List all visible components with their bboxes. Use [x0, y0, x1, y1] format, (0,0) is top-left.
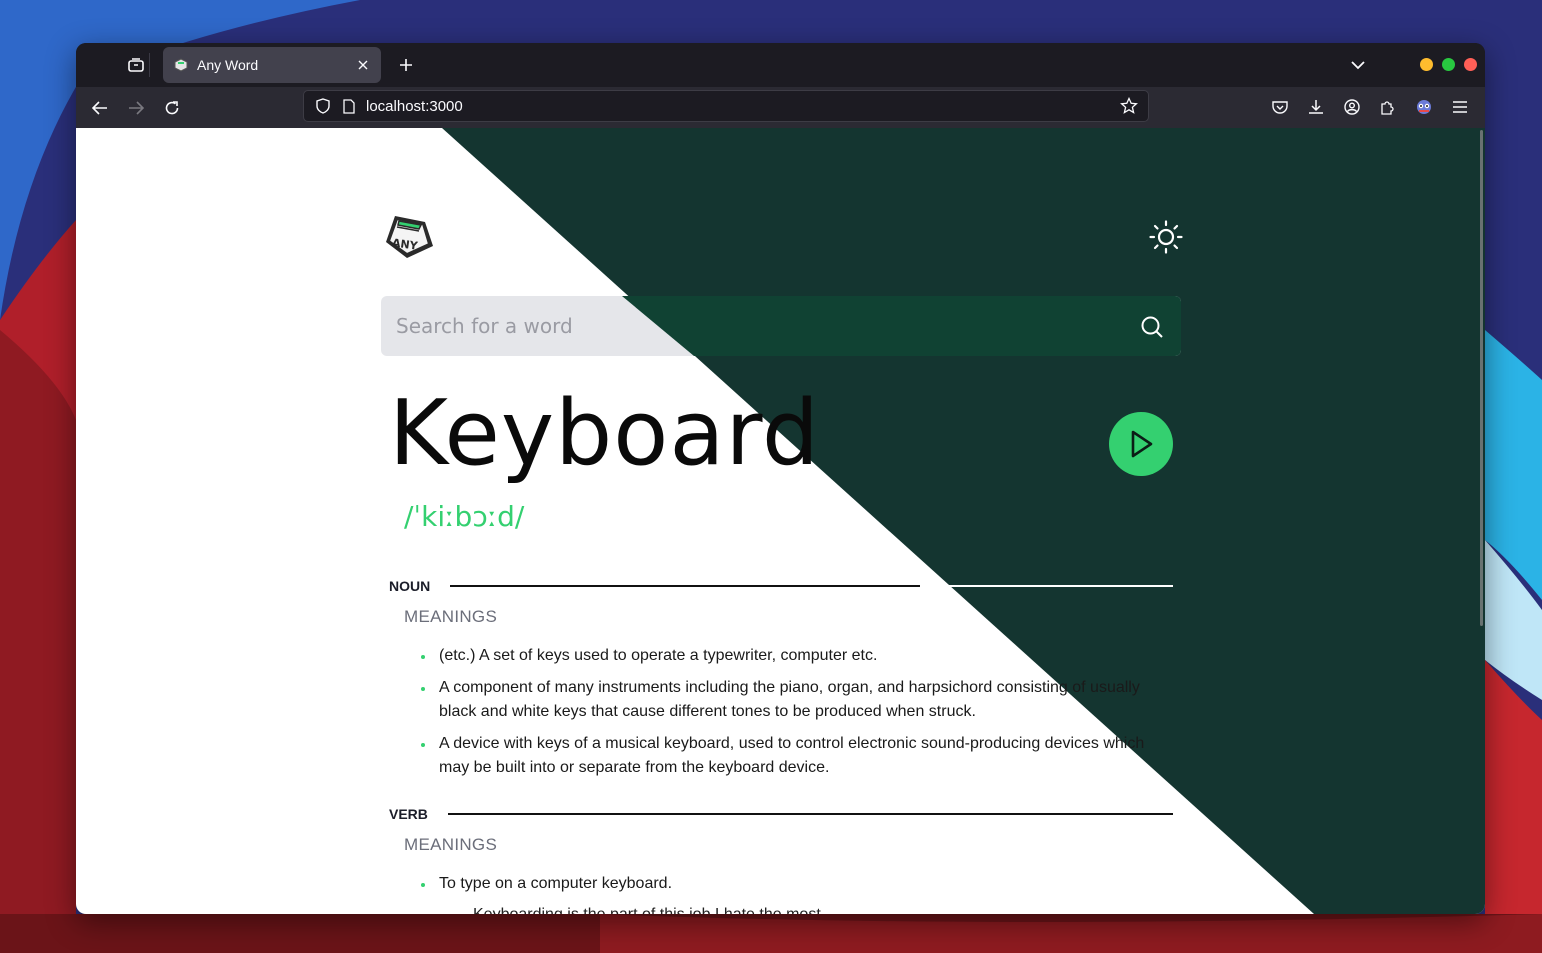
search-button[interactable] — [1138, 313, 1166, 341]
tab-title: Any Word — [197, 57, 259, 73]
reload-button[interactable] — [161, 97, 183, 119]
page-viewport: ANY Search for a word Keyboard /ˈkiːbɔːd… — [76, 128, 1485, 914]
url-bar[interactable]: localhost:3000 — [303, 90, 1149, 122]
play-icon — [1131, 430, 1153, 458]
word-heading: Keyboard — [389, 381, 821, 486]
meanings-label: MEANINGS — [404, 835, 498, 854]
part-of-speech-row: VERB — [389, 804, 1173, 824]
any-logo[interactable]: ANY — [381, 212, 437, 260]
back-button[interactable] — [89, 97, 111, 119]
definition-item: A component of many instruments includin… — [421, 676, 1145, 724]
extension-avatar-icon[interactable] — [1413, 96, 1435, 118]
menu-hamburger-icon[interactable] — [1449, 96, 1471, 118]
list-all-tabs-button[interactable] — [1348, 55, 1368, 75]
tab-any-word[interactable]: Any Word — [163, 47, 381, 83]
navigation-toolbar: localhost:3000 — [76, 87, 1485, 128]
tab-list-button[interactable] — [122, 53, 150, 77]
pocket-icon[interactable] — [1269, 96, 1291, 118]
browser-window: Any Word localhost:3000 ANY Search for a… — [76, 43, 1485, 914]
new-tab-button[interactable] — [396, 55, 416, 75]
chevron-down-icon — [1351, 60, 1365, 69]
divider-line — [450, 585, 1173, 587]
tab-bar: Any Word — [76, 43, 1485, 87]
url-text[interactable]: localhost:3000 — [366, 98, 1120, 115]
maximize-button[interactable] — [1442, 58, 1455, 71]
phonetic-text: /ˈkiːbɔːd/ — [404, 500, 525, 533]
example-text: Keyboarding is the part of this job I ha… — [473, 906, 825, 914]
theme-toggle-button[interactable] — [1149, 220, 1183, 254]
page-scrollbar[interactable] — [1480, 130, 1483, 626]
shield-icon[interactable] — [314, 97, 332, 115]
definition-item: To type on a computer keyboard. — [421, 872, 1145, 896]
back-arrow-icon — [92, 101, 107, 115]
plus-icon — [400, 59, 412, 71]
bookmark-star-icon[interactable] — [1120, 97, 1138, 115]
close-tab-icon[interactable] — [355, 57, 371, 73]
extensions-icon[interactable] — [1377, 96, 1399, 118]
close-window-button[interactable] — [1464, 58, 1477, 71]
search-input[interactable] — [381, 296, 1121, 356]
play-pronunciation-button[interactable] — [1109, 412, 1173, 476]
search-icon — [1141, 316, 1163, 338]
divider-line — [447, 813, 1173, 815]
favicon-icon — [173, 57, 189, 73]
sun-icon — [1149, 220, 1183, 254]
definition-item: (etc.) A set of keys used to operate a t… — [421, 644, 1145, 668]
minimize-button[interactable] — [1420, 58, 1433, 71]
forward-button[interactable] — [125, 97, 147, 119]
dictionary-app: ANY Search for a word Keyboard /ˈkiːbɔːd… — [381, 128, 1183, 914]
svg-text:ANY: ANY — [391, 236, 419, 253]
search-bar — [381, 296, 1181, 356]
part-of-speech-row: NOUN — [389, 576, 1173, 596]
reload-icon — [165, 101, 179, 115]
forward-arrow-icon — [129, 101, 144, 115]
meanings-label: MEANINGS — [404, 607, 498, 626]
definition-list: (etc.) A set of keys used to operate a t… — [421, 644, 1145, 788]
definition-item: A device with keys of a musical keyboard… — [421, 732, 1145, 780]
download-icon[interactable] — [1305, 96, 1327, 118]
part-of-speech-label: NOUN — [389, 578, 431, 594]
window-controls — [1420, 58, 1477, 71]
account-icon[interactable] — [1341, 96, 1363, 118]
page-icon — [340, 97, 358, 115]
tab-list-icon — [127, 58, 144, 72]
part-of-speech-label: VERB — [389, 806, 428, 822]
toolbar-icons — [1269, 96, 1471, 118]
definition-list: To type on a computer keyboard. — [421, 872, 1145, 904]
